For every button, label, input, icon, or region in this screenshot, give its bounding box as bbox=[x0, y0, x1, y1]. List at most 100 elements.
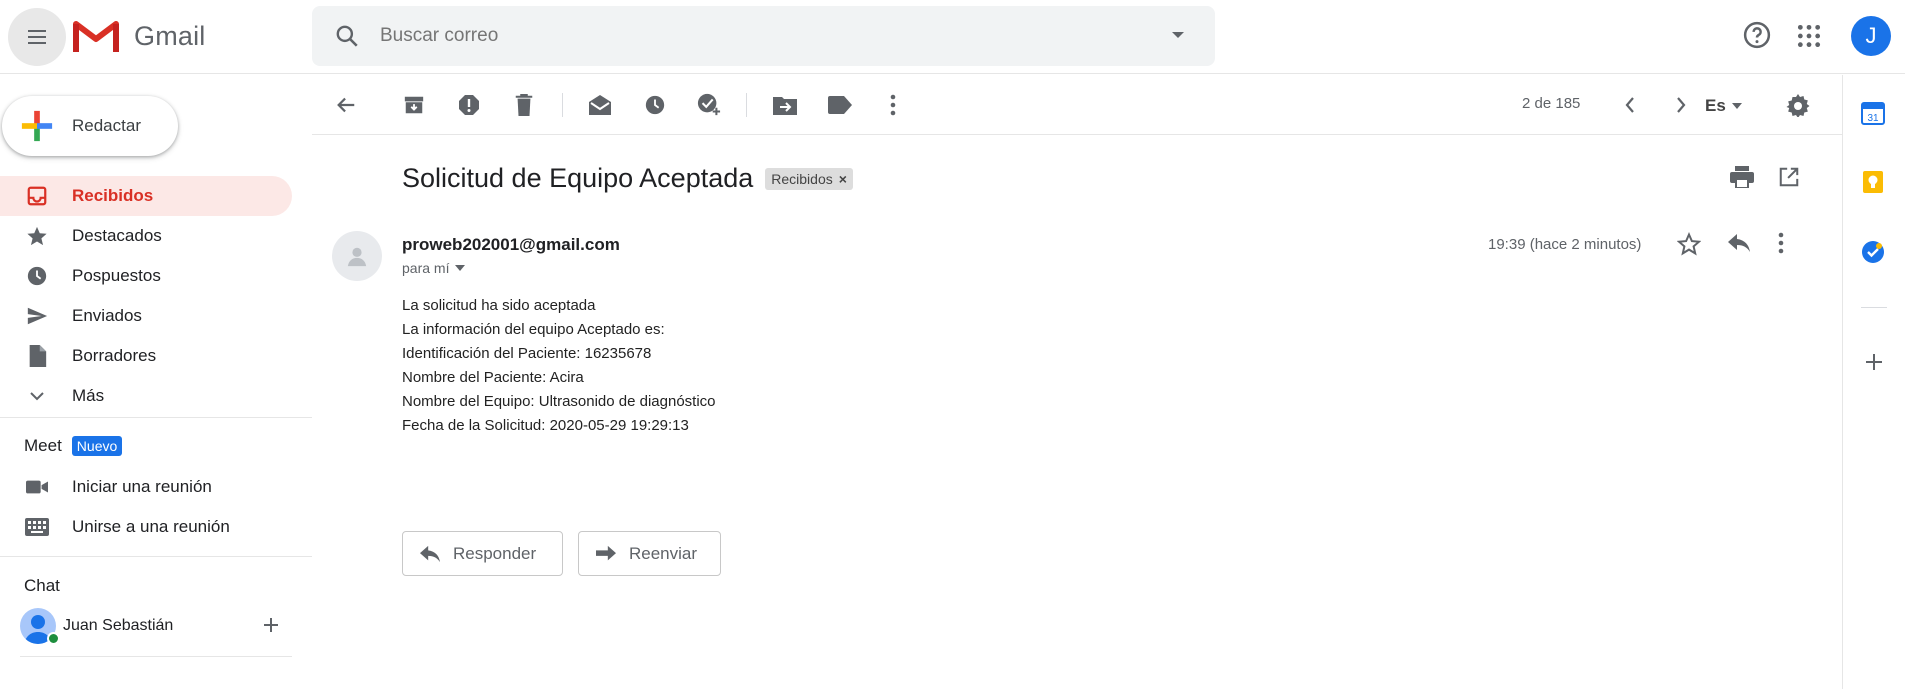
online-status-dot bbox=[47, 632, 60, 645]
inbox-icon bbox=[24, 185, 50, 207]
sidebar-item-starred[interactable]: Destacados bbox=[0, 216, 292, 256]
get-addons-plus-icon[interactable] bbox=[1865, 353, 1883, 371]
newer-chevron-left-icon[interactable] bbox=[1618, 93, 1642, 117]
calendar-icon[interactable]: 31 bbox=[1861, 101, 1885, 125]
language-label: Es bbox=[1705, 96, 1726, 115]
sender-email[interactable]: proweb202001@gmail.com bbox=[402, 235, 620, 255]
account-avatar[interactable]: J bbox=[1851, 16, 1891, 56]
move-to-icon[interactable] bbox=[773, 93, 797, 117]
sidebar-item-label: Borradores bbox=[72, 346, 157, 365]
sidebar-item-label: Unirse a una reunión bbox=[72, 517, 230, 536]
side-panel-divider bbox=[1861, 307, 1887, 308]
main-menu-button[interactable] bbox=[8, 8, 66, 66]
settings-gear-icon[interactable] bbox=[1786, 93, 1810, 117]
chevron-down-icon bbox=[24, 390, 50, 402]
search-bar[interactable] bbox=[312, 6, 1215, 66]
keep-lightbulb-icon[interactable] bbox=[1861, 170, 1885, 194]
search-options-caret-icon[interactable] bbox=[1171, 30, 1185, 40]
meet-section-title: Meet Nuevo bbox=[24, 436, 123, 456]
message-toolbar: 2 de 185 Es bbox=[312, 75, 1842, 135]
add-chat-icon[interactable] bbox=[262, 616, 280, 634]
recipient-text: para mí bbox=[402, 260, 450, 276]
sidebar-item-label: Más bbox=[72, 386, 105, 405]
reply-icon[interactable] bbox=[1727, 232, 1751, 254]
sidebar-item-more[interactable]: Más bbox=[0, 376, 292, 416]
video-icon bbox=[24, 479, 50, 495]
side-panel: 31 bbox=[1842, 75, 1905, 689]
pagination-count: 2 de 185 bbox=[1522, 95, 1581, 112]
sidebar-item-label: Enviados bbox=[72, 306, 142, 325]
snooze-icon[interactable] bbox=[643, 93, 667, 117]
clock-icon bbox=[24, 265, 50, 287]
draft-icon bbox=[24, 345, 50, 367]
delete-icon[interactable] bbox=[512, 93, 536, 117]
top-bar: Gmail J bbox=[0, 0, 1905, 74]
sidebar-item-label: Pospuestos bbox=[72, 266, 161, 285]
help-icon[interactable] bbox=[1742, 20, 1772, 50]
svg-text:31: 31 bbox=[1867, 113, 1879, 124]
mark-unread-icon[interactable] bbox=[588, 93, 612, 117]
sidebar-divider bbox=[0, 556, 312, 557]
hamburger-menu-icon bbox=[25, 25, 49, 49]
label-chip-text: Recibidos bbox=[771, 170, 833, 187]
compose-button[interactable]: Redactar bbox=[2, 96, 178, 156]
sidebar-item-sent[interactable]: Enviados bbox=[0, 296, 292, 336]
sidebar-item-join-meeting[interactable]: Unirse a una reunión bbox=[0, 507, 292, 547]
email-body: La solicitud ha sido aceptada La informa… bbox=[402, 294, 716, 438]
gmail-logo[interactable]: Gmail bbox=[72, 18, 206, 54]
subject-text: Solicitud de Equipo Aceptada bbox=[402, 163, 754, 193]
sidebar-item-start-meeting[interactable]: Iniciar una reunión bbox=[0, 467, 292, 507]
forward-button[interactable]: Reenviar bbox=[578, 531, 721, 576]
reply-button[interactable]: Responder bbox=[402, 531, 563, 576]
more-options-icon[interactable] bbox=[881, 93, 905, 117]
sidebar-item-drafts[interactable]: Borradores bbox=[0, 336, 292, 376]
apps-grid-icon[interactable] bbox=[1796, 23, 1822, 49]
reply-label: Responder bbox=[453, 543, 537, 563]
chat-title: Chat bbox=[24, 576, 60, 595]
gmail-m-icon bbox=[72, 18, 120, 54]
star-icon bbox=[24, 225, 50, 247]
open-in-new-window-icon[interactable] bbox=[1778, 166, 1800, 188]
chat-contact[interactable]: Juan Sebastián bbox=[20, 608, 292, 645]
forward-label: Reenviar bbox=[629, 543, 698, 563]
inbox-label-chip[interactable]: Recibidos × bbox=[765, 167, 853, 190]
body-line: Identificación del Paciente: 16235678 bbox=[402, 345, 652, 362]
sidebar-item-label: Destacados bbox=[72, 226, 162, 245]
reply-arrow-icon bbox=[419, 544, 441, 564]
archive-icon[interactable] bbox=[402, 93, 426, 117]
sidebar-divider bbox=[0, 417, 312, 418]
body-line: Fecha de la Solicitud: 2020-05-29 19:29:… bbox=[402, 417, 689, 434]
language-caret-icon bbox=[1731, 103, 1742, 109]
report-spam-icon[interactable] bbox=[457, 93, 481, 117]
recipient-details-caret-icon bbox=[455, 265, 466, 271]
recipient-details[interactable]: para mí bbox=[402, 260, 466, 276]
sidebar-item-snoozed[interactable]: Pospuestos bbox=[0, 256, 292, 296]
sidebar-nav: Recibidos Destacados Pospuestos Enviados… bbox=[0, 176, 292, 416]
keyboard-icon bbox=[24, 518, 50, 536]
print-icon[interactable] bbox=[1730, 166, 1754, 188]
tasks-icon[interactable] bbox=[1861, 240, 1885, 264]
meet-title: Meet bbox=[24, 436, 62, 455]
message-more-icon[interactable] bbox=[1778, 232, 1784, 254]
older-chevron-right-icon[interactable] bbox=[1669, 93, 1693, 117]
search-icon[interactable] bbox=[334, 23, 360, 49]
label-icon[interactable] bbox=[828, 93, 852, 117]
toolbar-separator bbox=[562, 93, 563, 117]
input-tools-language[interactable]: Es bbox=[1705, 96, 1742, 116]
toolbar-separator bbox=[746, 93, 747, 117]
compose-plus-icon bbox=[20, 109, 54, 143]
sender-avatar[interactable] bbox=[332, 231, 382, 281]
back-icon[interactable] bbox=[334, 93, 358, 117]
chat-section-title: Chat bbox=[24, 576, 60, 596]
remove-label-icon[interactable]: × bbox=[839, 171, 847, 187]
sidebar-item-inbox[interactable]: Recibidos bbox=[0, 176, 292, 216]
search-input[interactable] bbox=[380, 25, 1140, 47]
star-toggle-icon[interactable] bbox=[1677, 232, 1701, 256]
sidebar-item-label: Recibidos bbox=[72, 186, 154, 205]
body-line: Nombre del Paciente: Acira bbox=[402, 369, 584, 386]
body-line: Nombre del Equipo: Ultrasonido de diagnó… bbox=[402, 393, 716, 410]
body-line: La solicitud ha sido aceptada bbox=[402, 297, 596, 314]
chat-contact-name: Juan Sebastián bbox=[63, 617, 174, 634]
add-task-icon[interactable] bbox=[697, 93, 721, 117]
compose-label: Redactar bbox=[72, 116, 141, 135]
